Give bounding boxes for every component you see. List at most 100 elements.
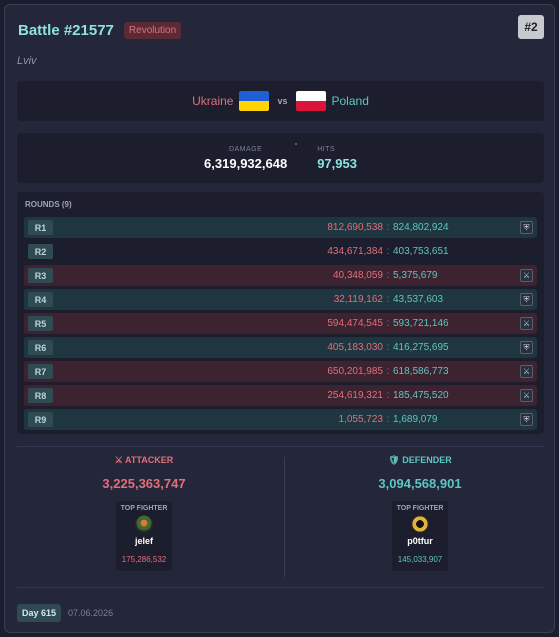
battle-header: Battle #21577 Revolution xyxy=(18,22,182,39)
round-attacker-damage: 32,119,162 xyxy=(333,294,383,305)
rank-badge: #2 xyxy=(518,15,544,39)
round-separator: : xyxy=(386,246,390,257)
round-label: R2 xyxy=(28,244,53,259)
round-defender-damage: 1,689,079 xyxy=(393,414,438,425)
shield-icon: ⛨ xyxy=(520,293,533,306)
round-defender-damage: 403,753,651 xyxy=(393,246,449,257)
shield-icon: ⛨ xyxy=(520,221,533,234)
round-values: 434,671,384:403,753,651 xyxy=(237,246,537,257)
attacker-title: ⚔ ATTACKER xyxy=(114,455,174,465)
section-divider xyxy=(17,446,544,447)
round-label: R4 xyxy=(28,292,53,307)
round-values: 594,474,545:593,721,146 xyxy=(237,318,537,329)
round-defender-damage: 824,802,924 xyxy=(393,222,449,233)
swords-icon: ⚔ xyxy=(520,389,533,402)
round-row[interactable]: R1 812,690,538:824,802,924 ⛨ xyxy=(24,217,537,238)
battle-type-badge: Revolution xyxy=(123,22,182,39)
round-attacker-damage: 405,183,030 xyxy=(327,342,383,353)
round-separator: : xyxy=(386,270,390,281)
round-row[interactable]: R6 405,183,030:416,275,695 ⛨ xyxy=(24,337,537,358)
hits-stat: HITS 97,953 xyxy=(317,146,357,171)
battle-card: Battle #21577 Revolution #2 Lviv Ukraine… xyxy=(4,4,555,633)
round-defender-damage: 416,275,695 xyxy=(393,342,449,353)
attacker-summary: ⚔ ATTACKER 3,225,363,747 TOP FIGHTER jel… xyxy=(19,455,269,571)
round-row[interactable]: R8 254,619,321:185,475,520 ⚔ xyxy=(24,385,537,406)
round-separator: : xyxy=(386,414,390,425)
round-label: R5 xyxy=(28,316,53,331)
round-label: R9 xyxy=(28,412,53,427)
avatar xyxy=(411,515,429,533)
round-defender-damage: 5,375,679 xyxy=(393,270,438,281)
round-label: R6 xyxy=(28,340,53,355)
matchup-panel: Ukraine vs Poland xyxy=(17,81,544,121)
round-row[interactable]: R5 594,474,545:593,721,146 ⚔ xyxy=(24,313,537,334)
shield-icon: ⛨ xyxy=(520,341,533,354)
round-row[interactable]: R3 40,348,059:5,375,679 ⚔ xyxy=(24,265,537,286)
round-row[interactable]: R7 650,201,985:618,586,773 ⚔ xyxy=(24,361,537,382)
damage-stat: DAMAGE 6,319,932,648 xyxy=(204,146,287,171)
footer: Day 615 07.06.2026 xyxy=(17,604,113,622)
round-defender-damage: 43,537,603 xyxy=(393,294,444,305)
defender-top-fighter[interactable]: TOP FIGHTER p0tfur 145,033,907 xyxy=(392,501,448,571)
round-attacker-damage: 1,055,723 xyxy=(338,414,384,425)
hits-value: 97,953 xyxy=(317,155,357,171)
round-defender-damage: 185,475,520 xyxy=(393,390,449,401)
round-values: 650,201,985:618,586,773 xyxy=(237,366,537,377)
swords-icon: ⚔ xyxy=(520,365,533,378)
region-name: Lviv xyxy=(17,55,37,67)
battle-date: 07.06.2026 xyxy=(68,608,114,618)
swords-icon: ⚔ xyxy=(520,317,533,330)
stat-separator xyxy=(295,143,298,145)
round-defender-damage: 593,721,146 xyxy=(393,318,449,329)
stats-panel: DAMAGE 6,319,932,648 HITS 97,953 xyxy=(17,133,544,183)
round-separator: : xyxy=(386,342,390,353)
damage-value: 6,319,932,648 xyxy=(204,155,288,171)
defender-fighter-name: p0tfur xyxy=(407,536,433,546)
round-separator: : xyxy=(386,294,390,305)
round-label: R8 xyxy=(28,388,53,403)
day-badge: Day 615 xyxy=(17,604,62,622)
attacker-total: 3,225,363,747 xyxy=(102,476,186,491)
defender-total: 3,094,568,901 xyxy=(378,476,462,491)
battle-title[interactable]: Battle #21577 xyxy=(18,22,114,39)
round-row[interactable]: R9 1,055,723:1,689,079 ⛨ xyxy=(24,409,537,430)
avatar xyxy=(135,515,153,533)
round-attacker-damage: 594,474,545 xyxy=(327,318,383,329)
shield-icon: ⛨ xyxy=(520,413,533,426)
round-values: 254,619,321:185,475,520 xyxy=(237,390,537,401)
poland-flag-icon xyxy=(295,91,326,111)
attacker-fighter-name: jelef xyxy=(134,536,153,546)
round-attacker-damage: 40,348,059 xyxy=(332,270,383,281)
round-row[interactable]: R4 32,119,162:43,537,603 ⛨ xyxy=(24,289,537,310)
round-attacker-damage: 434,671,384 xyxy=(327,246,383,257)
round-values: 40,348,059:5,375,679 xyxy=(237,270,537,281)
ukraine-flag-icon xyxy=(239,91,270,111)
hits-label: HITS xyxy=(317,145,336,153)
defender-country[interactable]: Poland xyxy=(332,94,369,108)
damage-label: DAMAGE xyxy=(228,145,263,153)
round-defender-damage: 618,586,773 xyxy=(393,366,449,377)
top-fighter-label: TOP FIGHTER xyxy=(120,505,168,512)
attacker-top-fighter[interactable]: TOP FIGHTER jelef 175,286,532 xyxy=(116,501,172,571)
round-attacker-damage: 254,619,321 xyxy=(327,390,383,401)
round-values: 1,055,723:1,689,079 xyxy=(237,414,537,425)
round-attacker-damage: 812,690,538 xyxy=(327,222,383,233)
top-fighter-label: TOP FIGHTER xyxy=(396,505,444,512)
round-label: R3 xyxy=(28,268,53,283)
defender-fighter-damage: 145,033,907 xyxy=(397,555,443,564)
rounds-panel: ROUNDS (9) R1 812,690,538:824,802,924 ⛨ R2 4… xyxy=(17,192,544,434)
defender-summary: 🛡 DEFENDER 3,094,568,901 TOP FIGHTER p0t… xyxy=(295,455,545,571)
round-label: R7 xyxy=(28,364,53,379)
attacker-country[interactable]: Ukraine xyxy=(192,94,233,108)
round-values: 405,183,030:416,275,695 xyxy=(237,342,537,353)
round-separator: : xyxy=(386,366,390,377)
summary-divider xyxy=(284,457,285,577)
vs-label: vs xyxy=(277,96,288,106)
round-separator: : xyxy=(386,222,390,233)
round-label: R1 xyxy=(28,220,53,235)
round-separator: : xyxy=(386,390,390,401)
swords-icon: ⚔ xyxy=(520,269,533,282)
round-values: 32,119,162:43,537,603 xyxy=(237,294,537,305)
attacker-fighter-damage: 175,286,532 xyxy=(121,555,167,564)
round-row[interactable]: R2 434,671,384:403,753,651 xyxy=(24,241,537,262)
